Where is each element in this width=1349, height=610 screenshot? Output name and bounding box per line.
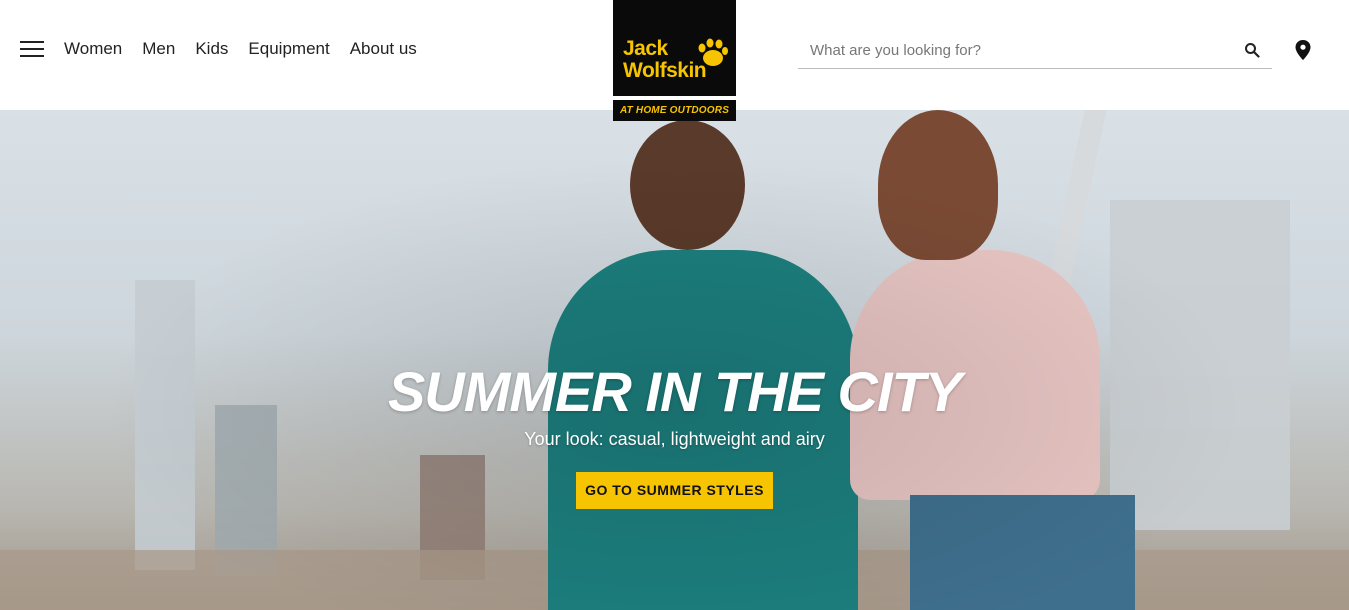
nav-item-equipment[interactable]: Equipment: [248, 38, 329, 60]
main-nav: Women Men Kids Equipment About us: [64, 38, 417, 60]
summer-styles-button[interactable]: GO TO SUMMER STYLES: [576, 472, 773, 509]
logo-tagline: AT HOME OUTDOORS: [613, 100, 736, 121]
brand-logo[interactable]: Jack Wolfskin AT HOME OUTDOORS: [613, 0, 736, 121]
paw-icon: [698, 38, 728, 66]
nav-item-about-us[interactable]: About us: [350, 38, 417, 60]
location-pin-icon[interactable]: [1295, 40, 1311, 60]
hero-title: SUMMER IN THE CITY: [387, 360, 962, 423]
hamburger-icon[interactable]: [20, 40, 44, 58]
logo-box: Jack Wolfskin: [613, 0, 736, 96]
nav-item-kids[interactable]: Kids: [195, 38, 228, 60]
hero-banner: SUMMER IN THE CITY Your look: casual, li…: [0, 110, 1349, 610]
search-bar: [798, 30, 1272, 69]
search-input[interactable]: [810, 38, 1230, 62]
nav-item-women[interactable]: Women: [64, 38, 122, 60]
hero-subtitle: Your look: casual, lightweight and airy: [524, 429, 825, 449]
nav-item-men[interactable]: Men: [142, 38, 175, 60]
search-icon[interactable]: [1244, 42, 1260, 58]
